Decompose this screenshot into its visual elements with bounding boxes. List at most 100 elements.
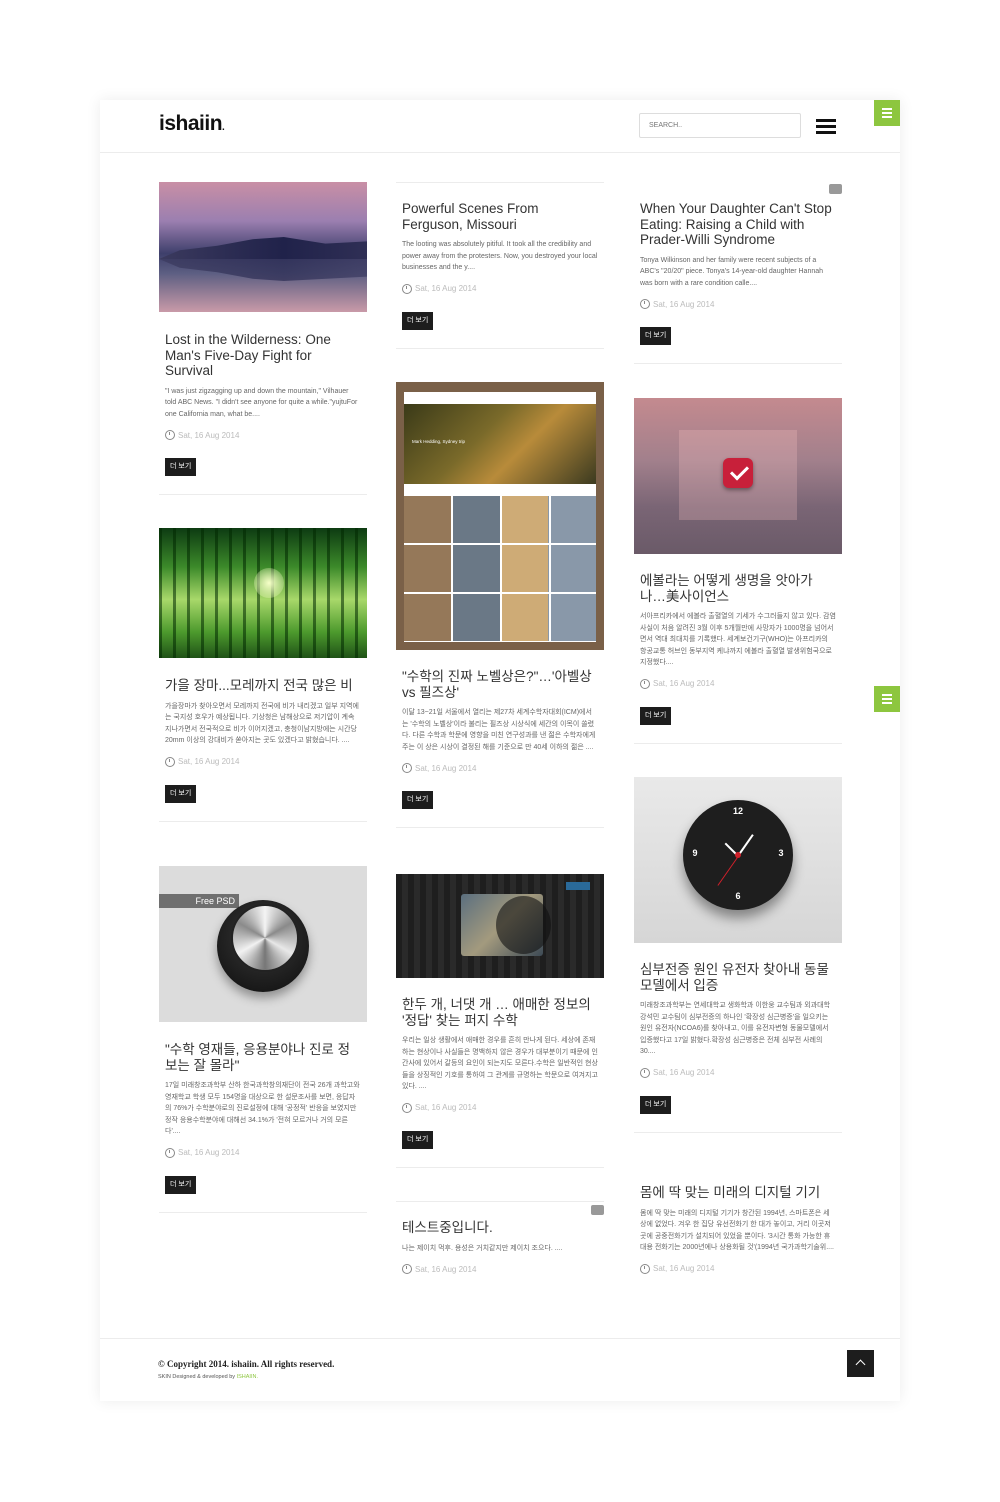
post-image-knob[interactable]: Free PSD — [159, 866, 367, 1022]
clock-icon — [165, 756, 175, 767]
post-excerpt: 몸에 딱 맞는 미래의 디지털 기기가 창간된 1994년, 스마트폰은 세상에… — [640, 1209, 834, 1252]
search-input[interactable] — [639, 113, 801, 138]
post-date: Sat, 16 Aug 2014 — [640, 299, 836, 310]
read-more-button[interactable]: 더 보기 — [640, 327, 672, 346]
post-excerpt: 가을장마가 찾아오면서 모레까지 전국에 비가 내리겠고 일부 지역에는 국지성… — [165, 702, 359, 745]
divider — [159, 820, 367, 822]
post-title[interactable]: 에볼라는 어떻게 생명을 앗아가나…美사이언스 — [640, 573, 836, 604]
post-title[interactable]: Powerful Scenes From Ferguson, Missouri — [402, 201, 598, 232]
post-date: Sat, 16 Aug 2014 — [640, 678, 836, 689]
post-card: 한두 개, 너댓 개 … 애매한 정보의 '정답' 찾는 퍼지 수학 우리는 일… — [396, 874, 604, 1168]
side-menu-tab-middle[interactable] — [874, 686, 900, 712]
post-card: Mark Hedding, Sydney trip "수학의 진짜 노벨상은?"… — [396, 382, 604, 829]
post-card: 에볼라는 어떻게 생명을 앗아가나…美사이언스 서아프리카에서 에볼라 출혈열의… — [634, 398, 842, 744]
post-date: Sat, 16 Aug 2014 — [640, 1263, 836, 1274]
post-image-lake[interactable] — [159, 182, 367, 312]
post-date: Sat, 16 Aug 2014 — [640, 1067, 836, 1078]
copyright-text: © Copyright 2014. ishaiin. All rights re… — [158, 1359, 335, 1369]
post-date: Sat, 16 Aug 2014 — [165, 1147, 361, 1158]
post-image-dark-ui[interactable] — [396, 874, 604, 978]
read-more-button[interactable]: 더 보기 — [402, 791, 434, 810]
site-header: ishaiin. — [100, 100, 900, 153]
divider — [396, 182, 604, 183]
free-psd-label: Free PSD — [159, 894, 239, 908]
post-title[interactable]: 심부전증 원인 유전자 찾아내 동물모델에서 입증 — [640, 962, 836, 993]
clock-icon — [640, 678, 650, 689]
post-title[interactable]: 한두 개, 너댓 개 … 애매한 정보의 '정답' 찾는 퍼지 수학 — [402, 997, 598, 1028]
divider — [634, 1131, 842, 1133]
clock-icon — [402, 283, 412, 294]
post-title[interactable]: "수학 영재들, 응용분야나 진로 정보는 잘 몰라" — [165, 1042, 361, 1073]
post-date: Sat, 16 Aug 2014 — [402, 1102, 598, 1113]
clock-icon — [402, 1102, 412, 1113]
clock-icon — [402, 763, 412, 774]
post-card: Free PSD "수학 영재들, 응용분야나 진로 정보는 잘 몰라" 17일… — [159, 866, 367, 1213]
post-card: 테스트중입니다. 나는 제이치 먹후. 용성은 거치같지만 제이치 조으다. .… — [396, 1201, 604, 1275]
side-menu-tab-top[interactable] — [874, 100, 900, 126]
divider — [634, 363, 842, 365]
divider — [159, 494, 367, 496]
post-image-photo-app[interactable]: Mark Hedding, Sydney trip — [396, 382, 604, 650]
read-more-button[interactable]: 더 보기 — [402, 311, 434, 330]
divider — [159, 1211, 367, 1213]
post-image-check-app[interactable] — [634, 398, 842, 554]
post-title[interactable]: 몸에 딱 맞는 미래의 디지털 기기 — [640, 1185, 836, 1201]
post-excerpt: The looting was absolutely pitiful. It t… — [402, 241, 598, 272]
read-more-button[interactable]: 더 보기 — [165, 784, 197, 803]
post-date: Sat, 16 Aug 2014 — [402, 283, 598, 294]
back-to-top-button[interactable] — [847, 1350, 874, 1377]
read-more-button[interactable]: 더 보기 — [402, 1130, 434, 1149]
post-card: 12 3 6 9 심부전증 원인 유전자 찾아내 동물모델에서 입증 미래창조과… — [634, 777, 842, 1133]
post-date: Sat, 16 Aug 2014 — [165, 430, 361, 441]
divider — [396, 827, 604, 829]
post-date: Sat, 16 Aug 2014 — [165, 756, 361, 767]
post-date: Sat, 16 Aug 2014 — [402, 1264, 598, 1275]
post-excerpt: 우리는 일상 생활에서 애매한 경우를 흔히 만나게 된다. 세상에 존재하는 … — [402, 1037, 598, 1091]
post-image-bamboo[interactable] — [159, 528, 367, 658]
post-excerpt: 17일 미래창조과학부 산하 한국과학창의재단이 전국 26개 과학고와 영재학… — [165, 1082, 360, 1136]
clock-icon — [165, 1147, 175, 1158]
read-more-button[interactable]: 더 보기 — [640, 1095, 672, 1114]
post-title[interactable]: 테스트중입니다. — [402, 1220, 598, 1236]
skin-credit-link[interactable]: ISHAIIN. — [237, 1374, 258, 1380]
post-title[interactable]: Lost in the Wilderness: One Man's Five-D… — [165, 332, 361, 379]
clock-icon — [402, 1264, 412, 1275]
photo-caption: Mark Hedding, Sydney trip — [412, 439, 466, 444]
divider — [396, 1166, 604, 1168]
check-icon — [723, 458, 753, 488]
divider — [634, 742, 842, 744]
post-excerpt: 미래창조과학부는 연세대학교 생화학과 이한웅 교수팀과 외과대학 강석민 교수… — [640, 1002, 831, 1056]
post-image-clock[interactable]: 12 3 6 9 — [634, 777, 842, 943]
post-title[interactable]: "수학의 진짜 노벨상은?"…'아벨상 vs 필즈상' — [402, 669, 598, 700]
read-more-button[interactable]: 더 보기 — [165, 458, 197, 477]
skin-credit: SKIN Designed & developed by ISHAIIN. — [158, 1374, 258, 1380]
post-excerpt: "I was just zigzagging up and down the m… — [165, 387, 358, 418]
post-excerpt: 이달 13~21일 서울에서 열리는 제27차 세계수학자대회(ICM)에서는 … — [402, 709, 596, 751]
post-title[interactable]: 가을 장마...모레까지 전국 많은 비 — [165, 678, 361, 694]
post-excerpt: Tonya Wilkinson and her family were rece… — [640, 256, 824, 287]
site-logo[interactable]: ishaiin. — [159, 112, 225, 136]
read-more-button[interactable]: 더 보기 — [165, 1175, 197, 1194]
post-card: 몸에 딱 맞는 미래의 디지털 기기 몸에 딱 맞는 미래의 디지털 기기가 창… — [634, 1166, 842, 1274]
clock-face-icon: 12 3 6 9 — [683, 800, 793, 910]
post-title[interactable]: When Your Daughter Can't Stop Eating: Ra… — [640, 201, 836, 248]
site-footer: © Copyright 2014. ishaiin. All rights re… — [100, 1338, 900, 1402]
post-excerpt: 나는 제이치 먹후. 용성은 거치같지만 제이치 조으다. .... — [402, 1244, 563, 1252]
video-icon — [591, 1205, 604, 1215]
read-more-button[interactable]: 더 보기 — [640, 706, 672, 725]
post-card: Lost in the Wilderness: One Man's Five-D… — [159, 182, 367, 496]
page-frame: ishaiin. Lost in the Wilderness: One Man… — [100, 100, 900, 1401]
post-card: Powerful Scenes From Ferguson, Missouri … — [396, 182, 604, 349]
post-card: When Your Daughter Can't Stop Eating: Ra… — [634, 182, 842, 365]
divider — [396, 347, 604, 349]
post-excerpt: 서아프리카에서 에볼라 출혈열의 기세가 수그러들지 않고 있다. 감염 사실이… — [640, 613, 836, 667]
clock-icon — [165, 430, 175, 441]
post-card: 가을 장마...모레까지 전국 많은 비 가을장마가 찾아오면서 모레까지 전국… — [159, 528, 367, 822]
cloud-icon — [829, 184, 842, 194]
clock-icon — [640, 1263, 650, 1274]
post-date: Sat, 16 Aug 2014 — [402, 763, 598, 774]
divider — [396, 1201, 604, 1202]
clock-icon — [640, 1067, 650, 1078]
clock-icon — [640, 299, 650, 310]
menu-icon[interactable] — [816, 119, 836, 134]
